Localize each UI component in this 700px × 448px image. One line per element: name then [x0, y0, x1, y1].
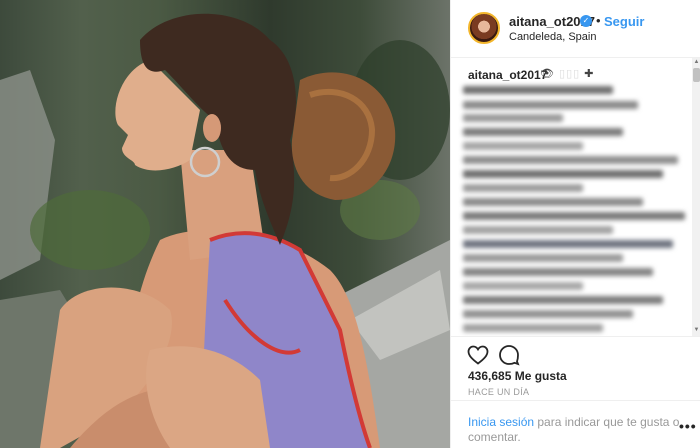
post-actions: 436,685 Me gusta HACE UN DÍA: [451, 336, 700, 400]
location-link[interactable]: Candeleda, Spain: [509, 31, 596, 43]
likes-count[interactable]: 436,685 Me gusta: [468, 369, 567, 383]
cross-emoji-icon: ✚: [584, 68, 595, 80]
comment-icon[interactable]: [497, 343, 521, 367]
comments-section[interactable]: aitana_ot2017 👁 ▯▯▯ ✚: [451, 58, 700, 336]
login-prompt: Inicia sesión para indicar que te gusta …: [451, 400, 700, 448]
scroll-up-arrow-icon[interactable]: ▲: [693, 58, 700, 66]
blurred-caption-text: [459, 84, 689, 336]
caption-emoji: 👁 ▯▯▯ ✚: [540, 67, 594, 80]
caption-username[interactable]: aitana_ot2017: [468, 68, 547, 82]
eye-emoji-icon: 👁: [540, 68, 555, 80]
scroll-thumb[interactable]: [693, 68, 700, 82]
avatar[interactable]: [468, 12, 500, 44]
post-side-panel: aitana_ot2017 ✓ • Seguir Candeleda, Spai…: [450, 0, 700, 448]
post-header: aitana_ot2017 ✓ • Seguir Candeleda, Spai…: [451, 0, 700, 58]
post-timestamp: HACE UN DÍA: [468, 387, 530, 397]
follow-button[interactable]: Seguir: [604, 14, 644, 29]
post-photo[interactable]: [0, 0, 450, 448]
scroll-down-arrow-icon[interactable]: ▼: [693, 326, 700, 334]
login-link[interactable]: Inicia sesión: [468, 415, 534, 429]
heart-icon[interactable]: [466, 343, 490, 367]
post-photo-illustration: [0, 13, 450, 448]
separator-dot: •: [596, 13, 601, 28]
more-options-icon[interactable]: •••: [679, 418, 697, 434]
blurred-emoji-icon: ▯▯▯: [559, 68, 581, 80]
verified-icon: ✓: [580, 15, 592, 27]
comments-scrollbar[interactable]: ▲ ▼: [692, 58, 700, 336]
